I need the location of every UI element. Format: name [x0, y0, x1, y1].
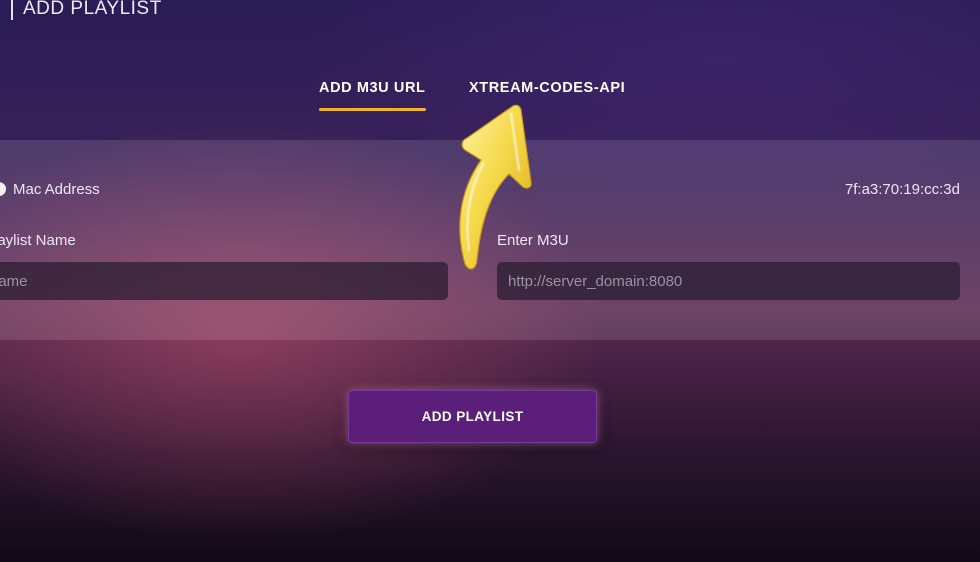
mac-address-label: Mac Address: [13, 181, 100, 198]
playlist-name-input[interactable]: [0, 262, 448, 300]
mac-address-value: 7f:a3:70:19:cc:3d: [844, 181, 960, 198]
page-title: ADD PLAYLIST: [23, 0, 162, 19]
mac-address-radio[interactable]: [0, 182, 6, 196]
header-bar: ADD PLAYLIST: [0, 0, 980, 28]
active-tab-indicator: [319, 108, 426, 111]
add-playlist-button[interactable]: ADD PLAYLIST: [348, 390, 597, 443]
playlist-name-label: laylist Name: [0, 232, 76, 249]
header-divider: [11, 0, 13, 20]
curved-arrow-icon: [459, 104, 532, 270]
m3u-url-input[interactable]: [497, 262, 960, 300]
tab-add-m3u-url[interactable]: ADD M3U URL: [319, 78, 426, 112]
